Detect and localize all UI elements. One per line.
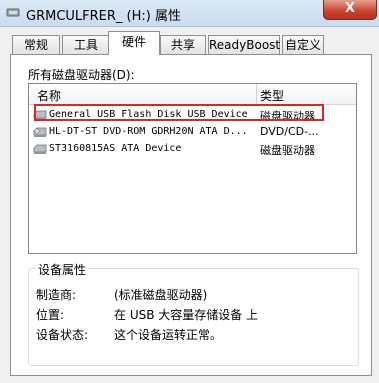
location-label: 位置:: [36, 308, 65, 322]
device-properties-title: 设备属性: [36, 261, 89, 278]
manufacturer-value: (标准磁盘驱动器): [114, 288, 208, 302]
title-bar[interactable]: GRMCULFRER_ (H:) 属性 X: [0, 0, 379, 27]
device-name: HL-DT-ST DVD-ROM GDRH20N ATA D...: [49, 126, 248, 137]
tab-tools[interactable]: 工具: [62, 35, 110, 54]
disk-drive-icon: [33, 144, 47, 154]
window-title: GRMCULFRER_ (H:) 属性: [26, 9, 181, 24]
tab-sharing[interactable]: 共享: [160, 35, 206, 54]
device-status-label: 设备状态:: [36, 328, 89, 342]
device-type: 磁盘驱动器: [260, 144, 315, 157]
column-header-type[interactable]: 类型: [260, 87, 284, 104]
usb-drive-icon: [6, 8, 20, 17]
manufacturer-label: 制造商:: [36, 288, 77, 302]
close-button[interactable]: X: [323, 0, 377, 20]
device-type: DVD/CD-...: [260, 125, 319, 138]
tab-general[interactable]: 常规: [12, 35, 60, 54]
tab-readyboost[interactable]: ReadyBoost: [208, 35, 280, 54]
dvd-drive-icon: [33, 127, 47, 137]
selection-highlight: [34, 104, 324, 121]
drives-list-title: 所有磁盘驱动器(D):: [28, 68, 135, 82]
column-header-name[interactable]: 名称: [37, 87, 61, 104]
list-header: 名称 类型: [29, 84, 356, 105]
device-name: ST3160815AS ATA Device: [49, 143, 182, 154]
list-item[interactable]: HL-DT-ST DVD-ROM GDRH20N ATA D... DVD/CD…: [29, 124, 356, 141]
tab-customize[interactable]: 自定义: [282, 35, 324, 54]
list-item[interactable]: ST3160815AS ATA Device 磁盘驱动器: [29, 141, 356, 158]
tab-hardware[interactable]: 硬件: [108, 31, 160, 55]
column-divider[interactable]: [256, 84, 257, 104]
location-value: 在 USB 大容量存储设备 上: [114, 308, 259, 322]
device-status-value: 这个设备运转正常。: [114, 328, 223, 342]
